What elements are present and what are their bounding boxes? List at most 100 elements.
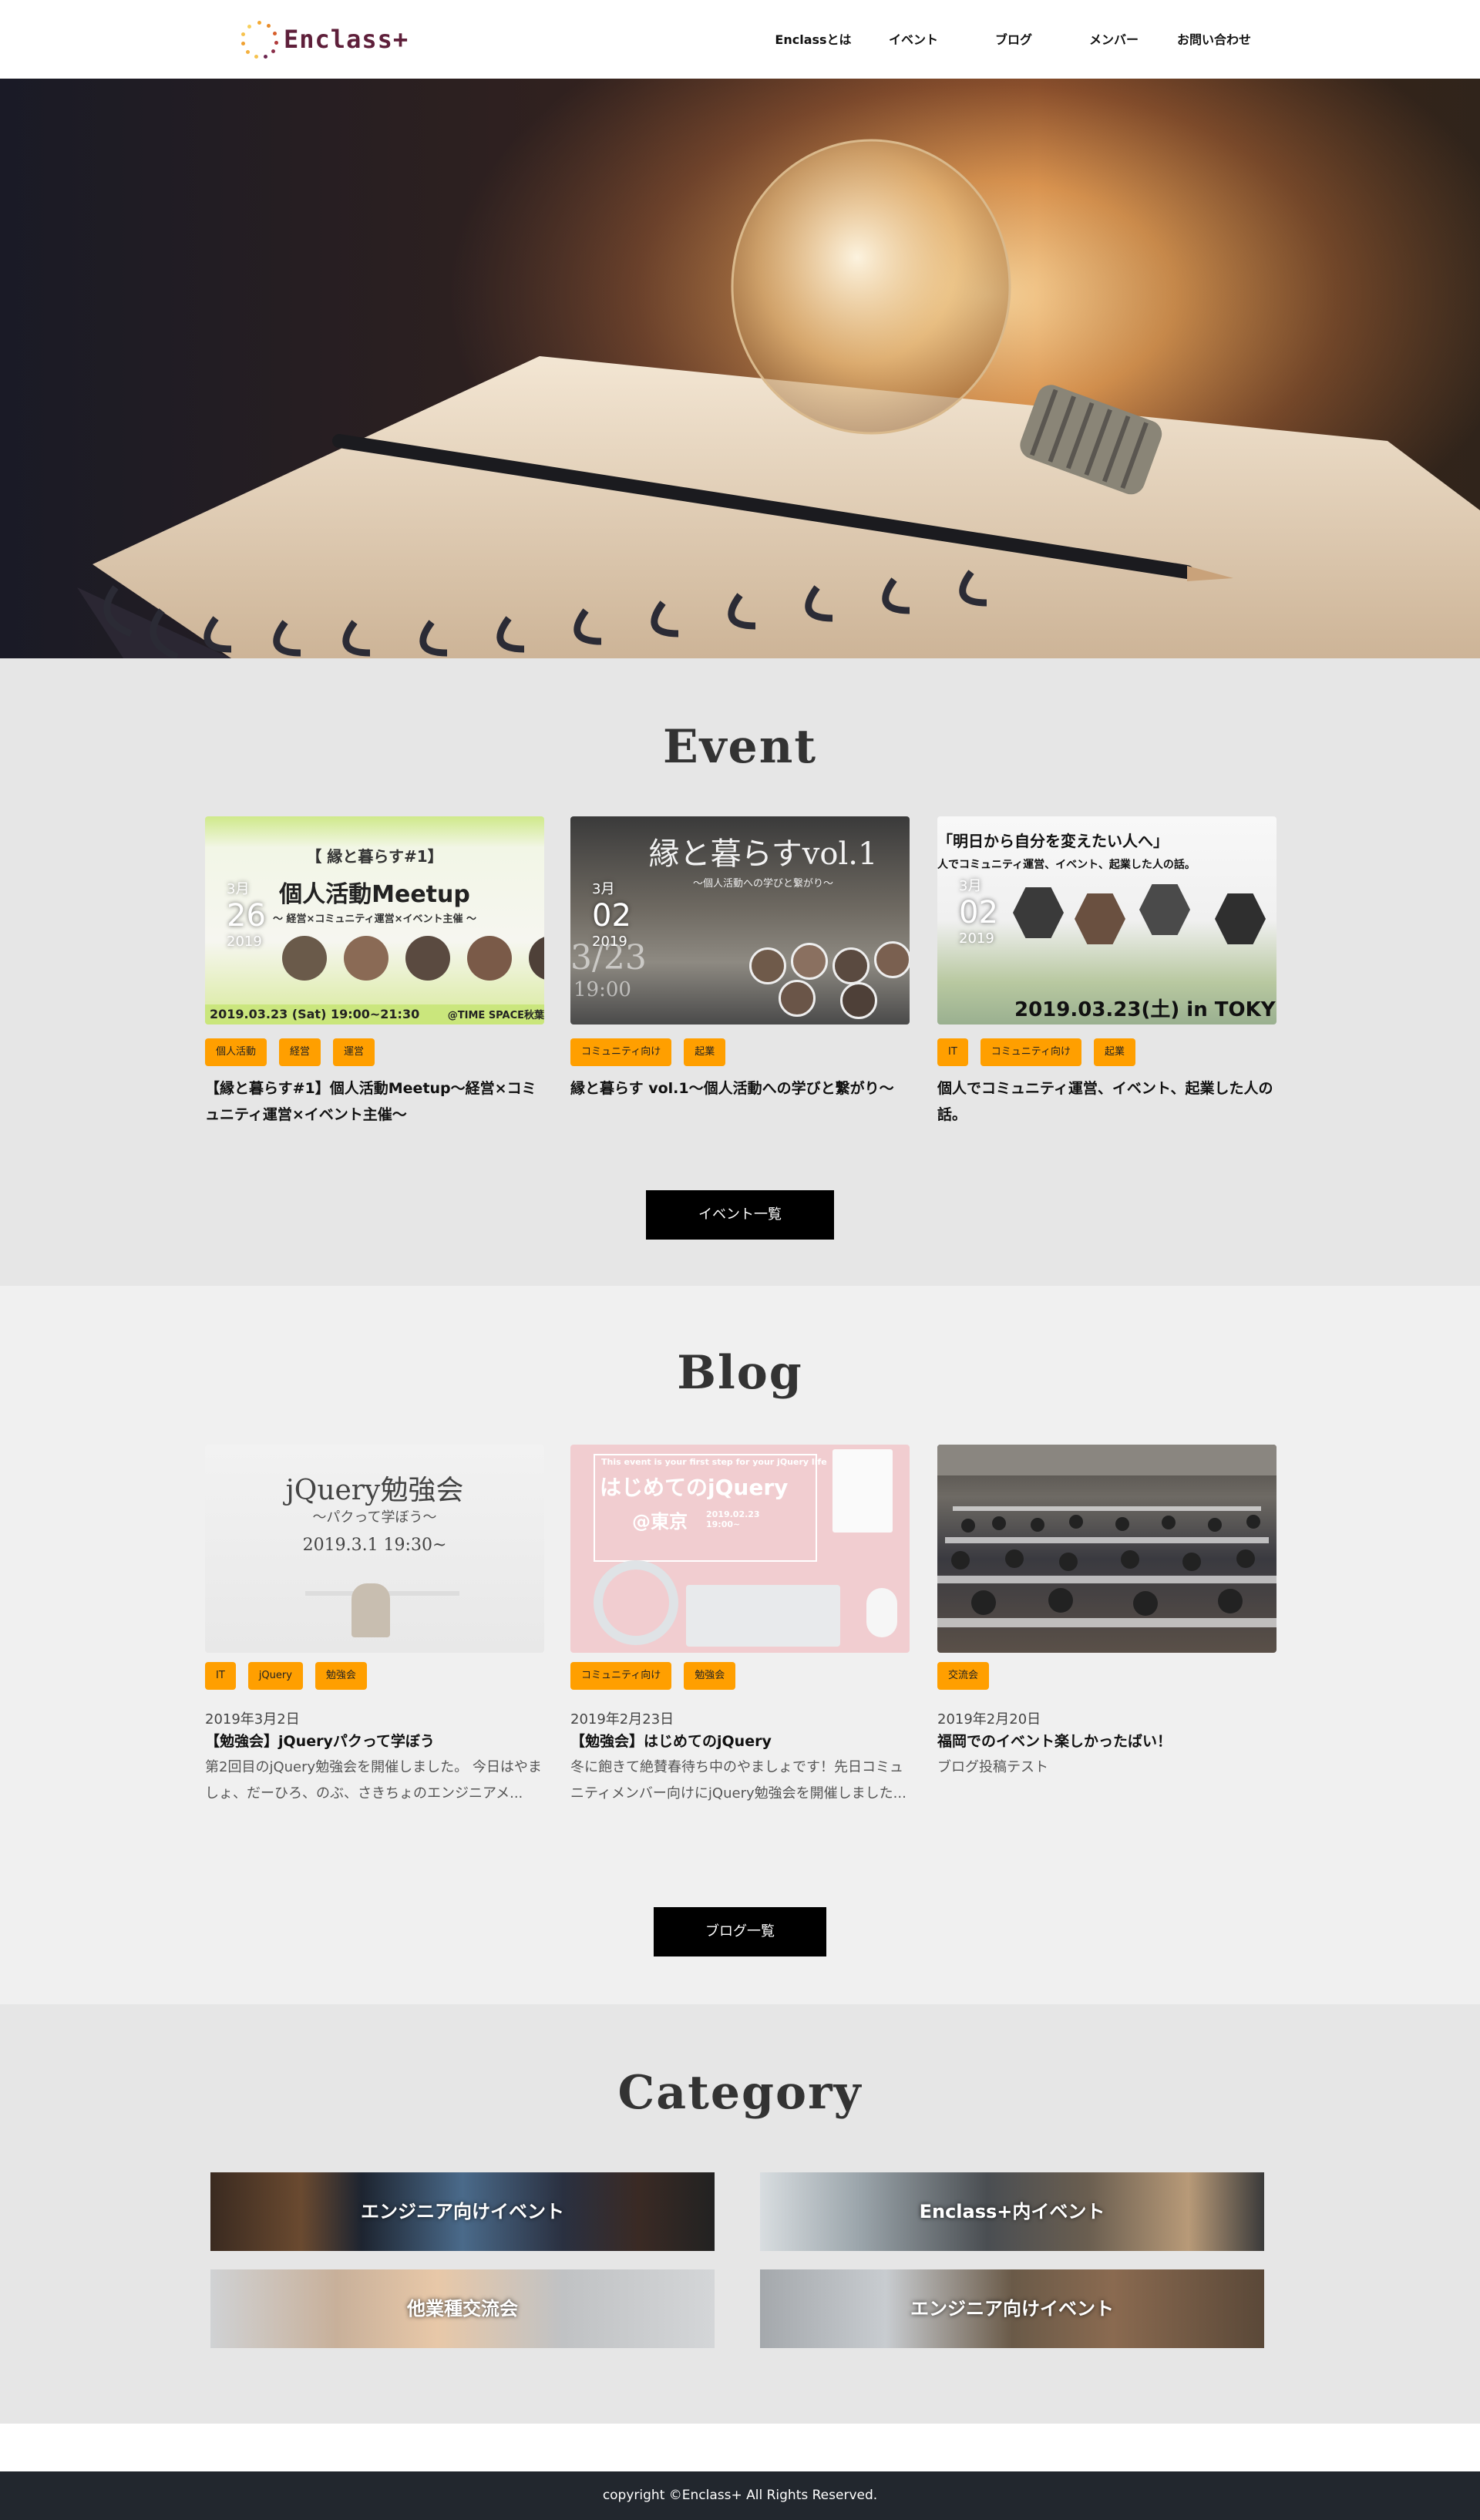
avatar (749, 947, 786, 984)
event-card[interactable]: 縁と暮らすvol.1 〜個人活動への学びと繋がり〜 3/23 19:00 3月 … (570, 816, 910, 1097)
avatar (779, 980, 816, 1017)
tag[interactable]: 起業 (1094, 1038, 1136, 1066)
event-thumbnail[interactable]: 【 縁と暮らす#1】 個人活動Meetup 〜 経営×コミュニティ運営×イベント… (205, 816, 544, 1024)
event-card[interactable]: 【 縁と暮らす#1】 個人活動Meetup 〜 経営×コミュニティ運営×イベント… (205, 816, 544, 1123)
avatar (344, 936, 388, 981)
category-tile-engineer-2[interactable]: エンジニア向けイベント (760, 2269, 1264, 2348)
event-month: 3月 (227, 881, 250, 897)
tag[interactable]: 勉強会 (684, 1662, 736, 1690)
category-section: Category エンジニア向けイベント Enclass+内イベント 他業種交流… (0, 2004, 1480, 2424)
event-year: 2019 (959, 930, 994, 947)
thumb-footer-venue: @TIME SPACE秋葉 (447, 1010, 544, 1021)
blog-post-card[interactable]: jQuery勉強会 〜パクって学ぼう〜 2019.3.1 19:30~ IT j… (205, 1445, 544, 1802)
nav-item-member[interactable]: メンバー (1064, 29, 1164, 48)
tag[interactable]: 勉強会 (314, 1662, 367, 1690)
blog-tags: 交流会 (937, 1662, 1001, 1690)
tag[interactable]: 運営 (333, 1038, 375, 1066)
post-title[interactable]: 福岡でのイベント楽しかったばい！ (937, 1728, 1276, 1755)
thumb-footer-time: 19:00 (574, 978, 631, 1001)
avatar (874, 941, 910, 978)
event-tags: IT コミュニティ向け 起業 (937, 1038, 1148, 1066)
logo[interactable]: Enclass+ (239, 17, 409, 62)
avatar (282, 936, 327, 981)
thumb-date: 2019.3.1 19:30~ (302, 1536, 447, 1555)
thumb-heading: 「明日から自分を変えたい人へ」 (937, 832, 1169, 850)
avatar (791, 943, 828, 980)
event-date-badge: 3月 02 2019 (959, 875, 998, 947)
avatar (840, 982, 877, 1019)
event-month: 3月 (959, 878, 982, 894)
event-month: 3月 (592, 881, 615, 897)
category-tile-engineer[interactable]: エンジニア向けイベント (210, 2172, 715, 2251)
event-tags: 個人活動 経営 運営 (205, 1038, 387, 1066)
category-tile-cross-industry[interactable]: 他業種交流会 (210, 2269, 715, 2348)
post-excerpt: 冬に飽きて絶賛春待ち中のやましょです！先日コミュニティメンバー向けにjQuery… (570, 1759, 906, 1802)
logo-text: Enclass+ (284, 25, 409, 54)
event-list-button[interactable]: イベント一覧 (646, 1190, 834, 1240)
thumb-footer-date: 2019.03.23 (Sat) 19:00~21:30 (210, 1007, 420, 1021)
seminar-crowd-illustration (937, 1445, 1276, 1627)
event-thumbnail[interactable]: 「明日から自分を変えたい人へ」 人でコミュニティ運営、イベント、起業した人の話。… (937, 816, 1276, 1024)
category-label: 他業種交流会 (407, 2298, 518, 2320)
blog-section: Blog jQuery勉強会 〜パクって学ぼう〜 2019.3.1 19:30~… (0, 1286, 1480, 2004)
category-section-title: Category (617, 2066, 863, 2120)
thumb-subheading: 人でコミュニティ運営、イベント、起業した人の話。 (937, 859, 1196, 871)
blog-list-button[interactable]: ブログ一覧 (654, 1907, 826, 1956)
main-nav: Enclassとは イベント ブログ メンバー お問い合わせ (763, 29, 1264, 48)
avatar (1013, 887, 1064, 938)
tag[interactable]: コミュニティ向け (570, 1662, 672, 1690)
tag[interactable]: jQuery (247, 1662, 303, 1690)
blog-tags: IT jQuery 勉強会 (205, 1662, 379, 1690)
event-section: Event 【 縁と暮らす#1】 個人活動Meetup 〜 経営×コミュニティ運… (0, 658, 1480, 1286)
thumb-caption: This event is your first step for your j… (601, 1457, 827, 1467)
event-day: 02 (592, 898, 631, 934)
post-title[interactable]: 【勉強会】はじめてのjQuery (570, 1728, 910, 1755)
avatar (1139, 884, 1190, 935)
event-title[interactable]: 縁と暮らす vol.1〜個人活動への学びと繋がり〜 (570, 1075, 910, 1102)
tag[interactable]: IT (205, 1662, 236, 1690)
post-date: 2019年2月20日 (937, 1711, 1041, 1728)
tag[interactable]: 経営 (279, 1038, 321, 1066)
blog-post-card[interactable]: 交流会 2019年2月20日 福岡でのイベント楽しかったばい！ ブログ投稿テスト (937, 1445, 1276, 1775)
tag[interactable]: 個人活動 (205, 1038, 267, 1066)
event-day: 26 (227, 898, 266, 934)
post-title[interactable]: 【勉強会】jQueryパクって学ぼう (205, 1728, 544, 1755)
post-excerpt: 第2回目のjQuery勉強会を開催しました。 今日はやましょ、だーひろ、のぶ、さ… (205, 1759, 542, 1802)
event-card[interactable]: 「明日から自分を変えたい人へ」 人でコミュニティ運営、イベント、起業した人の話。… (937, 816, 1276, 1123)
thumb-heading: 縁と暮らすvol.1 (648, 836, 878, 872)
thumb-heading: jQuery勉強会 (285, 1475, 464, 1506)
event-date-badge: 3月 26 2019 (227, 878, 266, 950)
blog-thumbnail[interactable] (937, 1445, 1276, 1653)
avatar (1215, 893, 1266, 944)
event-thumbnail[interactable]: 縁と暮らすvol.1 〜個人活動への学びと繋がり〜 3/23 19:00 3月 … (570, 816, 910, 1024)
nav-item-blog[interactable]: ブログ (964, 29, 1064, 48)
event-title[interactable]: 個人でコミュニティ運営、イベント、起業した人の話。 (937, 1075, 1276, 1128)
notebook-illustration (832, 1449, 893, 1533)
avatar (467, 936, 512, 981)
nav-item-about[interactable]: Enclassとは (763, 29, 863, 48)
tag[interactable]: コミュニティ向け (980, 1038, 1082, 1066)
tag[interactable]: 交流会 (937, 1662, 990, 1690)
tag[interactable]: コミュニティ向け (570, 1038, 672, 1066)
blog-thumbnail[interactable]: This event is your first step for your j… (570, 1445, 910, 1653)
category-label: エンジニア向けイベント (361, 2201, 564, 2222)
copyright-text: copyright ©Enclass+ All Rights Reserved. (602, 2488, 878, 2503)
post-excerpt: ブログ投稿テスト (937, 1759, 1048, 1775)
avatar (832, 947, 870, 984)
avatar (1075, 893, 1125, 944)
nav-item-contact[interactable]: お問い合わせ (1164, 29, 1264, 48)
site-footer: copyright ©Enclass+ All Rights Reserved. (0, 2471, 1480, 2520)
tag[interactable]: 起業 (684, 1038, 726, 1066)
blog-thumbnail[interactable]: jQuery勉強会 〜パクって学ぼう〜 2019.3.1 19:30~ (205, 1445, 544, 1653)
blog-post-card[interactable]: This event is your first step for your j… (570, 1445, 910, 1802)
nav-item-event[interactable]: イベント (863, 29, 964, 48)
category-label: エンジニア向けイベント (910, 2298, 1114, 2320)
mouse-illustration (866, 1588, 897, 1637)
thumb-frame (594, 1454, 817, 1562)
category-tile-internal[interactable]: Enclass+内イベント (760, 2172, 1264, 2251)
tag[interactable]: IT (937, 1038, 968, 1066)
avatar (405, 936, 450, 981)
event-title[interactable]: 【縁と暮らす#1】個人活動Meetup〜経営×コミュニティ運営×イベント主催〜 (205, 1075, 544, 1128)
hero-lightbulb-illustration (77, 139, 1480, 658)
event-tags: コミュニティ向け 起業 (570, 1038, 738, 1066)
